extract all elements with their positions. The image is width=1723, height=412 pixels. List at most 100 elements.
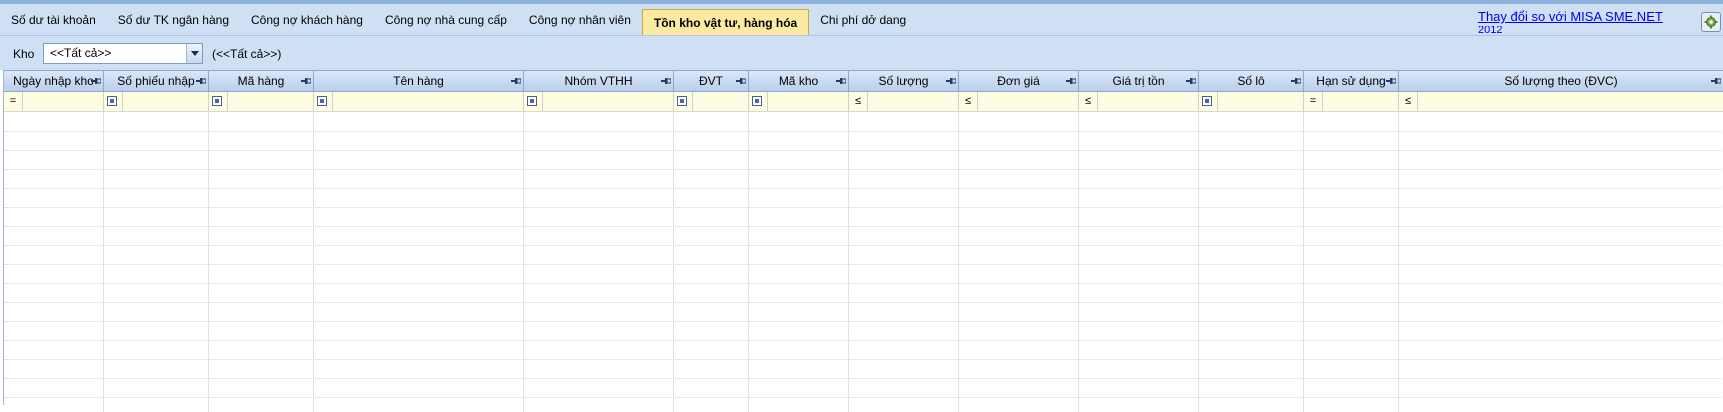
column-header[interactable]: Số lô <box>1199 71 1304 91</box>
filter-separator <box>122 92 123 111</box>
grid-column-line <box>313 112 314 412</box>
tab-ton-kho-vat-tu[interactable]: Tồn kho vật tư, hàng hóa <box>641 9 810 36</box>
filter-separator <box>767 92 768 111</box>
filter-cell[interactable] <box>674 92 749 111</box>
table-row <box>4 340 1723 341</box>
column-header[interactable]: Đơn giá <box>959 71 1079 91</box>
filter-operator[interactable]: = <box>6 95 20 107</box>
column-header-label: Đơn giá <box>997 74 1040 88</box>
pin-icon[interactable] <box>836 76 847 86</box>
filter-cell[interactable] <box>209 92 314 111</box>
pin-icon[interactable] <box>1291 76 1302 86</box>
filter-cell[interactable]: ≤ <box>959 92 1079 111</box>
filter-checkbox-icon[interactable] <box>752 96 762 106</box>
pin-icon[interactable] <box>196 76 207 86</box>
table-row <box>4 397 1723 398</box>
column-header-label: Hạn sử dụng <box>1316 74 1386 88</box>
pin-icon[interactable] <box>511 76 522 86</box>
kho-info-text: (<<Tất cả>>) <box>212 47 282 61</box>
tab-chi-phi-do-dang[interactable]: Chi phí dở dang <box>809 8 917 33</box>
gear-icon[interactable] <box>1701 12 1721 32</box>
table-row <box>4 302 1723 303</box>
grid-body <box>4 112 1723 412</box>
column-header-label: Tên hàng <box>393 74 444 88</box>
filter-cell[interactable] <box>749 92 849 111</box>
filter-separator <box>977 92 978 111</box>
table-row <box>4 321 1723 322</box>
filter-cell[interactable] <box>1199 92 1304 111</box>
pin-icon[interactable] <box>946 76 957 86</box>
filter-cell[interactable]: = <box>4 92 104 111</box>
column-header[interactable]: Số phiếu nhập <box>104 71 209 91</box>
grid-column-line <box>1198 112 1199 412</box>
grid-column-line <box>673 112 674 412</box>
filter-separator <box>332 92 333 111</box>
table-row <box>4 283 1723 284</box>
column-header[interactable]: Số lượng theo (ĐVC) <box>1399 71 1723 91</box>
column-header-label: Giá trị tồn <box>1112 74 1165 88</box>
grid-column-line <box>523 112 524 412</box>
grid-column-line <box>1398 112 1399 412</box>
column-header[interactable]: Mã kho <box>749 71 849 91</box>
filter-checkbox-icon[interactable] <box>527 96 537 106</box>
pin-icon[interactable] <box>1711 76 1722 86</box>
filter-separator <box>1417 92 1418 111</box>
column-header[interactable]: Mã hàng <box>209 71 314 91</box>
table-row <box>4 245 1723 246</box>
filter-separator <box>1322 92 1323 111</box>
filter-checkbox-icon[interactable] <box>1202 96 1212 106</box>
tab-cong-no-nhan-vien[interactable]: Công nợ nhân viên <box>518 8 642 33</box>
tab-cong-no-nha-cung-cap[interactable]: Công nợ nhà cung cấp <box>374 8 518 33</box>
column-header-label: Số lô <box>1237 74 1265 88</box>
column-header[interactable]: Hạn sử dụng <box>1304 71 1399 91</box>
pin-icon[interactable] <box>1186 76 1197 86</box>
pin-icon[interactable] <box>661 76 672 86</box>
column-header[interactable]: Ngày nhập kho <box>4 71 104 91</box>
filter-cell[interactable] <box>314 92 524 111</box>
pin-icon[interactable] <box>301 76 312 86</box>
table-row <box>4 131 1723 132</box>
filter-checkbox-icon[interactable] <box>677 96 687 106</box>
filter-cell[interactable] <box>104 92 209 111</box>
filter-separator <box>227 92 228 111</box>
column-header[interactable]: Tên hàng <box>314 71 524 91</box>
pin-icon[interactable] <box>1066 76 1077 86</box>
pin-icon[interactable] <box>91 76 102 86</box>
filter-separator <box>692 92 693 111</box>
chevron-down-icon[interactable] <box>186 44 202 63</box>
grid-column-line <box>1303 112 1304 412</box>
pin-icon[interactable] <box>1386 76 1397 86</box>
table-row <box>4 150 1723 151</box>
filter-checkbox-icon[interactable] <box>107 96 117 106</box>
filter-cell[interactable] <box>524 92 674 111</box>
filter-cell[interactable]: ≤ <box>1399 92 1723 111</box>
pin-icon[interactable] <box>736 76 747 86</box>
kho-select[interactable]: <<Tất cả>> <box>43 43 203 64</box>
tab-so-du-tk-ngan-hang[interactable]: Số dư TK ngân hàng <box>107 8 240 33</box>
filter-operator[interactable]: ≤ <box>1081 95 1095 107</box>
filter-checkbox-icon[interactable] <box>317 96 327 106</box>
column-header[interactable]: Nhóm VTHH <box>524 71 674 91</box>
filter-cell[interactable]: ≤ <box>849 92 959 111</box>
compare-link[interactable]: Thay đổi so với MISA SME.NET <box>1478 10 1663 23</box>
column-header[interactable]: ĐVT <box>674 71 749 91</box>
grid-column-line <box>1078 112 1079 412</box>
column-header[interactable]: Giá trị tồn <box>1079 71 1199 91</box>
filter-operator[interactable]: ≤ <box>851 95 865 107</box>
table-row <box>4 169 1723 170</box>
filter-cell[interactable]: ≤ <box>1079 92 1199 111</box>
table-row <box>4 378 1723 379</box>
column-header[interactable]: Số lượng <box>849 71 959 91</box>
filter-checkbox-icon[interactable] <box>212 96 222 106</box>
column-header-label: ĐVT <box>699 74 723 88</box>
filter-operator[interactable]: ≤ <box>961 95 975 107</box>
table-row <box>4 226 1723 227</box>
filter-operator[interactable]: = <box>1306 95 1320 107</box>
filter-cell[interactable]: = <box>1304 92 1399 111</box>
inventory-grid: Ngày nhập kho Số phiếu nhập Mã hàng Tên hàn… <box>3 70 1723 412</box>
filter-operator[interactable]: ≤ <box>1401 95 1415 107</box>
tab-so-du-tai-khoan[interactable]: Số dư tài khoản <box>0 8 107 33</box>
compare-link-overflow: 2012 <box>1478 26 1503 34</box>
tab-cong-no-khach-hang[interactable]: Công nợ khách hàng <box>240 8 374 33</box>
tab-divider <box>0 35 1723 36</box>
